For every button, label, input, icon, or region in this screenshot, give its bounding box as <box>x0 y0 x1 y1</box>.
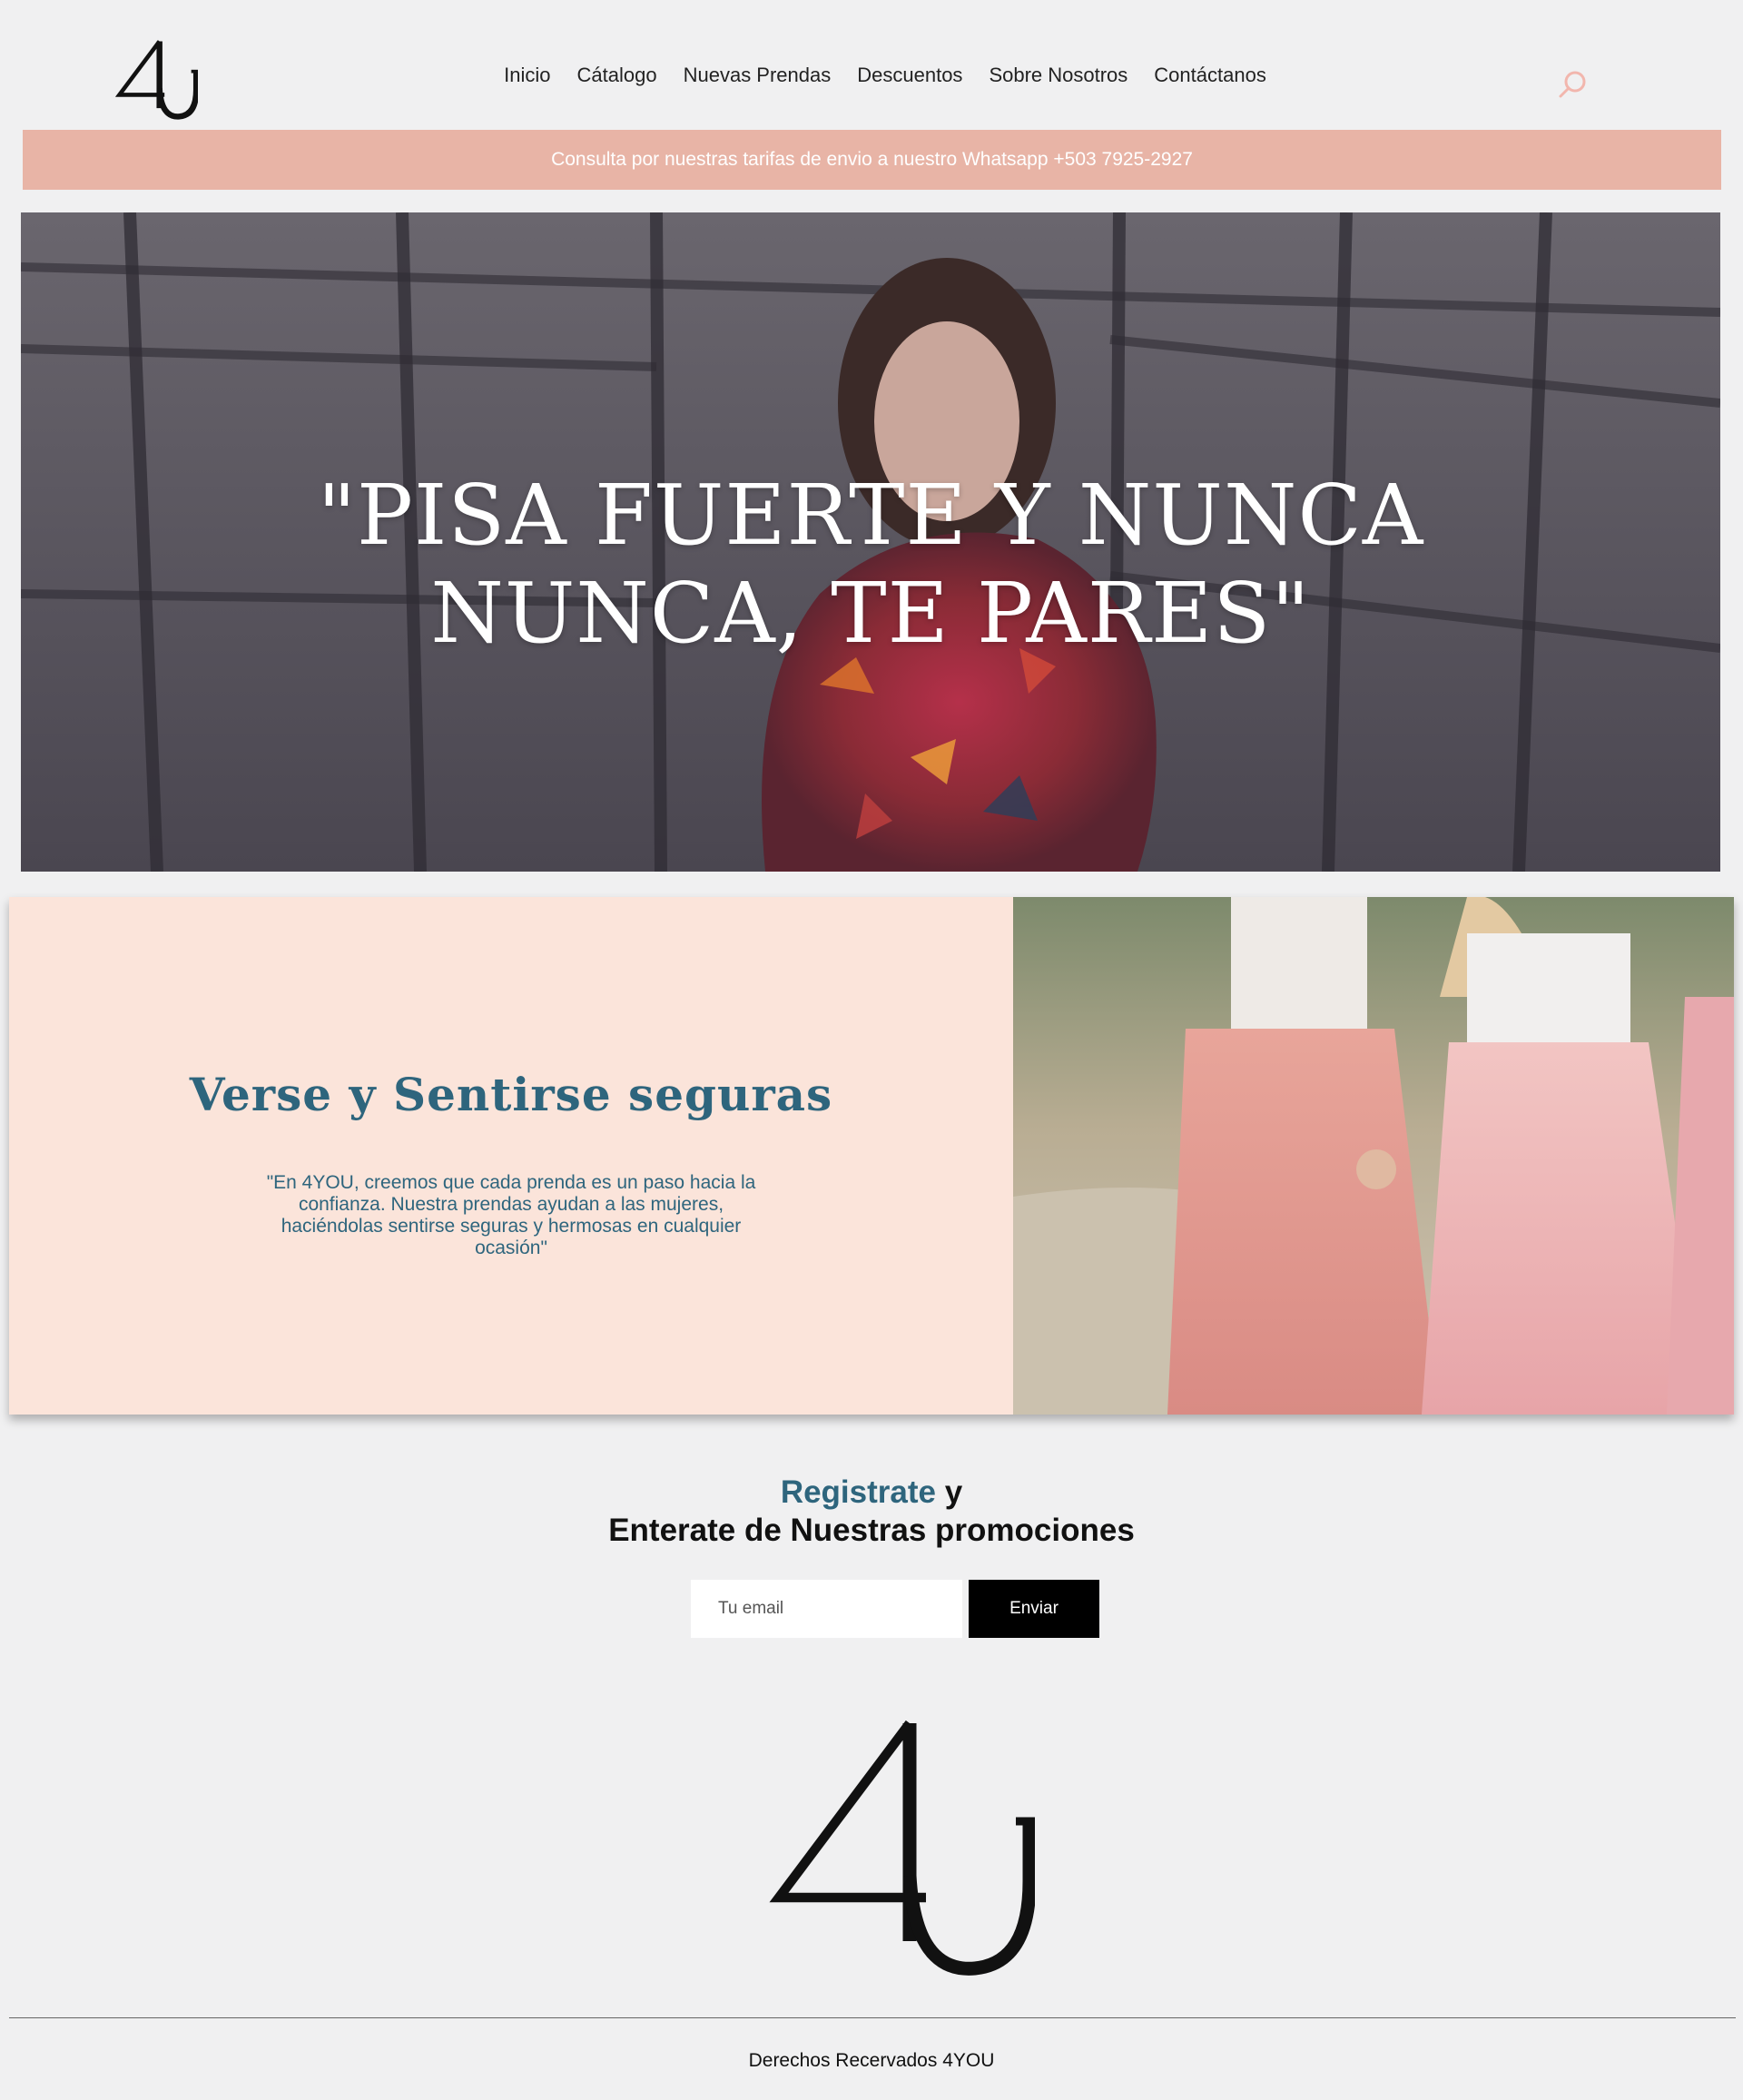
promo-text: Consulta por nuestras tarifas de envio a… <box>551 149 1193 170</box>
hero-banner: "PISA FUERTE Y NUNCA NUNCA, TE PARES" <box>21 212 1720 872</box>
copyright-text: Derechos Recervados 4YOU <box>748 2050 995 2071</box>
feature-description: "En 4YOU, creemos que cada prenda es un … <box>266 1172 756 1258</box>
nav-item-descuentos[interactable]: Descuentos <box>857 64 962 87</box>
nav-item-contactanos[interactable]: Contáctanos <box>1154 64 1266 87</box>
feature-photo <box>1013 897 1734 1415</box>
nav-item-catalogo[interactable]: Cátalogo <box>577 64 657 87</box>
newsletter-title-rest: y <box>935 1474 963 1510</box>
hero-quote: "PISA FUERTE Y NUNCA NUNCA, TE PARES" <box>21 467 1720 663</box>
confidence-feature: Verse y Sentirse seguras "En 4YOU, creem… <box>9 897 1734 1415</box>
email-input[interactable] <box>691 1580 962 1638</box>
newsletter-title-accent: Registrate <box>780 1474 936 1510</box>
brand-logo[interactable] <box>114 36 198 120</box>
hero-quote-line-1: "PISA FUERTE Y NUNCA <box>317 467 1424 564</box>
footer-logo <box>769 1720 1035 1976</box>
nav-item-nuevas-prendas[interactable]: Nuevas Prendas <box>684 64 832 87</box>
shipping-promo-bar: Consulta por nuestras tarifas de envio a… <box>23 130 1721 190</box>
search-icon[interactable] <box>1557 69 1588 100</box>
nav-item-sobre-nosotros[interactable]: Sobre Nosotros <box>989 64 1128 87</box>
hero-quote-line-2: NUNCA, TE PARES" <box>430 565 1311 662</box>
newsletter-title: Registrate y Enterate de Nuestras promoc… <box>0 1474 1743 1550</box>
submit-button[interactable]: Enviar <box>969 1580 1099 1638</box>
newsletter-title-line-2: Enterate de Nuestras promociones <box>608 1513 1135 1548</box>
nav-item-inicio[interactable]: Inicio <box>504 64 550 87</box>
footer-divider <box>9 2017 1736 2018</box>
main-nav: Inicio Cátalogo Nuevas Prendas Descuento… <box>499 64 1271 87</box>
feature-text-panel: Verse y Sentirse seguras "En 4YOU, creem… <box>9 897 1013 1415</box>
feature-heading: Verse y Sentirse seguras <box>189 1068 833 1121</box>
